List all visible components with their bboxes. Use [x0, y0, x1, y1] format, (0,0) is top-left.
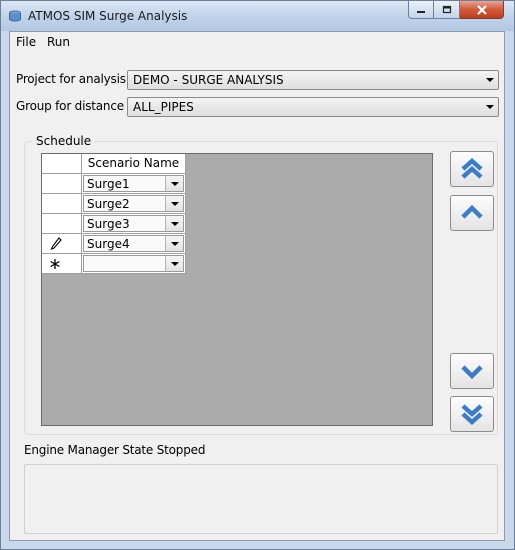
move-to-bottom-button[interactable]	[450, 396, 494, 432]
pencil-icon	[50, 237, 62, 250]
caption-buttons	[408, 1, 504, 21]
dropdown-button[interactable]	[165, 176, 183, 191]
move-up-button[interactable]	[450, 195, 494, 231]
minimize-button[interactable]	[408, 1, 434, 19]
scenario-combo[interactable]: Surge4	[83, 235, 184, 252]
close-icon	[476, 4, 487, 15]
row-header[interactable]	[42, 194, 82, 214]
move-down-button[interactable]	[450, 353, 494, 389]
maximize-button[interactable]	[434, 1, 460, 19]
maximize-icon	[442, 5, 451, 13]
schedule-grid[interactable]: Scenario Name Surge1 Surge2 Surge3 Surge…	[41, 153, 433, 426]
scenario-cell[interactable]: Surge1	[82, 174, 186, 194]
double-chevron-up-icon	[461, 157, 483, 179]
scenario-value: Surge4	[87, 237, 130, 251]
scenario-cell[interactable]	[82, 254, 186, 274]
app-icon	[9, 10, 21, 22]
dropdown-button[interactable]	[165, 196, 183, 211]
scenario-combo[interactable]: Surge2	[83, 195, 184, 212]
dropdown-button[interactable]	[165, 256, 183, 271]
chevron-down-icon	[171, 182, 179, 186]
window-title: ATMOS SIM Surge Analysis	[28, 9, 188, 23]
scenario-cell[interactable]: Surge2	[82, 194, 186, 214]
scenario-value: Surge3	[87, 217, 130, 231]
chevron-down-icon	[171, 202, 179, 206]
scenario-value: Surge1	[87, 177, 130, 191]
project-label: Project for analysis	[16, 72, 126, 86]
grid-corner-header[interactable]	[42, 154, 82, 174]
menu-file[interactable]: File	[16, 35, 36, 49]
menu-run[interactable]: Run	[47, 35, 70, 49]
group-select[interactable]: ALL_PIPES	[127, 97, 499, 117]
scenario-cell[interactable]: Surge3	[82, 214, 186, 234]
group-label: Group for distance	[16, 99, 124, 113]
chevron-down-icon	[486, 105, 494, 109]
app-window: ATMOS SIM Surge Analysis File Run Projec…	[0, 0, 515, 550]
scenario-combo[interactable]: Surge1	[83, 175, 184, 192]
minimize-icon	[417, 10, 425, 13]
move-to-top-button[interactable]	[450, 151, 494, 187]
schedule-title: Schedule	[33, 134, 95, 148]
row-header[interactable]	[42, 254, 82, 274]
chevron-down-icon	[171, 242, 179, 246]
row-header[interactable]	[42, 234, 82, 254]
new-row-icon	[50, 259, 60, 269]
message-panel[interactable]	[24, 464, 498, 534]
menu-bar: File Run	[10, 32, 504, 54]
chevron-down-icon	[171, 222, 179, 226]
row-header[interactable]	[42, 174, 82, 194]
scenario-combo[interactable]: Surge3	[83, 215, 184, 232]
chevron-down-icon	[486, 78, 494, 82]
row-header[interactable]	[42, 214, 82, 234]
scenario-combo[interactable]	[83, 255, 184, 272]
title-bar[interactable]: ATMOS SIM Surge Analysis	[1, 1, 514, 31]
dropdown-button[interactable]	[165, 216, 183, 231]
client-area: File Run Project for analysis DEMO - SUR…	[9, 31, 505, 541]
project-select[interactable]: DEMO - SURGE ANALYSIS	[127, 70, 499, 90]
close-button[interactable]	[460, 1, 504, 19]
project-select-value: DEMO - SURGE ANALYSIS	[133, 73, 284, 87]
double-chevron-down-icon	[461, 404, 483, 426]
chevron-down-icon	[461, 365, 483, 380]
dropdown-button[interactable]	[165, 236, 183, 251]
scenario-cell[interactable]: Surge4	[82, 234, 186, 254]
schedule-groupbox: Schedule Scenario Name Surge1 Surge2 Sur…	[24, 134, 498, 435]
scenario-value: Surge2	[87, 197, 130, 211]
column-header-scenario-name[interactable]: Scenario Name	[82, 154, 186, 174]
chevron-up-icon	[461, 204, 483, 219]
chevron-down-icon	[171, 262, 179, 266]
group-select-value: ALL_PIPES	[133, 100, 194, 114]
engine-status-text: Engine Manager State Stopped	[24, 443, 206, 457]
